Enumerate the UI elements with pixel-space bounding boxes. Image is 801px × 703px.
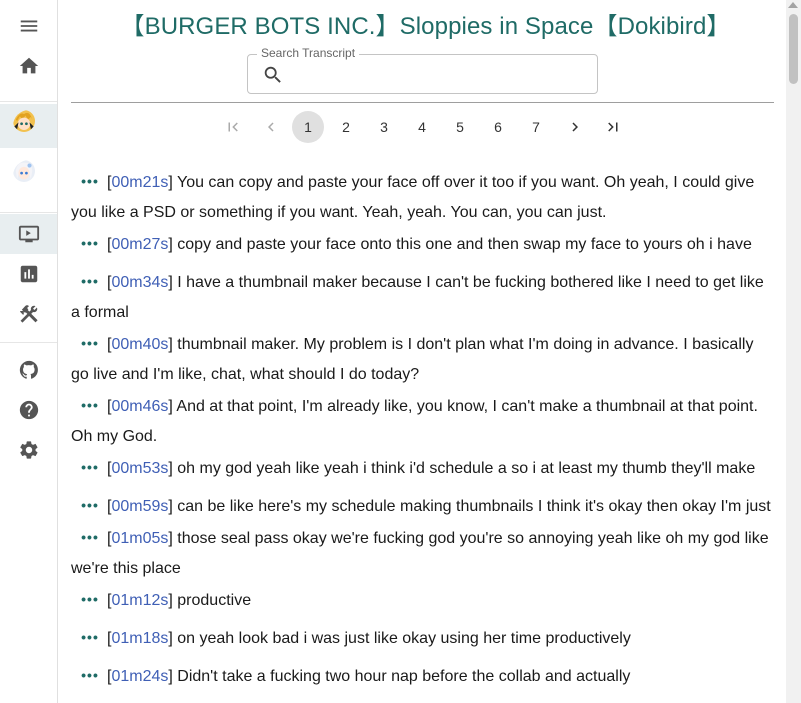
sidebar-item-stats[interactable] <box>0 254 57 294</box>
more-options-icon[interactable]: ••• <box>75 390 105 420</box>
sidebar-item-tv[interactable] <box>0 214 57 254</box>
transcript-line: ••• [00m34s] I have a thumbnail maker bec… <box>71 266 775 328</box>
next-page-button[interactable] <box>559 111 591 143</box>
page-button-4[interactable]: 4 <box>406 111 438 143</box>
transcript-text: And at that point, I'm already like, you… <box>71 398 758 445</box>
avatar <box>12 160 45 192</box>
github-link[interactable] <box>0 350 57 390</box>
transcript-line: ••• [01m12s] productive <box>71 584 775 616</box>
more-options-icon[interactable]: ••• <box>75 660 105 690</box>
timestamp-link[interactable]: 00m59s <box>111 498 168 515</box>
transcript-line: ••• [00m27s] copy and paste your face ont… <box>71 228 775 260</box>
sidebar <box>0 0 58 703</box>
sidebar-item-tools[interactable] <box>0 294 57 334</box>
more-options-icon[interactable]: ••• <box>75 328 105 358</box>
sidebar-divider <box>0 101 57 102</box>
timestamp-link[interactable]: 00m34s <box>111 274 168 291</box>
transcript-text: You can copy and paste your face off ove… <box>71 174 755 221</box>
transcript-line: ••• [01m18s] on yeah look bad i was just … <box>71 622 775 654</box>
search-label: Search Transcript <box>257 46 360 60</box>
page-button-5[interactable]: 5 <box>444 111 476 143</box>
timestamp-link[interactable]: 01m12s <box>111 592 168 609</box>
transcript-line: ••• [00m46s] And at that point, I'm alrea… <box>71 390 775 452</box>
search-icon <box>264 66 281 83</box>
sidebar-item-channel-2[interactable] <box>0 154 57 198</box>
avatar-channel-2-icon <box>12 160 35 182</box>
chevron-left-icon <box>268 122 274 132</box>
transcript-text: copy and paste your face onto this one a… <box>177 236 752 253</box>
scrollbar[interactable] <box>786 0 801 703</box>
timestamp-link[interactable]: 01m24s <box>111 668 168 685</box>
github-icon <box>19 360 38 379</box>
transcript-line: ••• [00m59s] can be like here's my schedu… <box>71 490 775 522</box>
avatar <box>12 110 45 142</box>
timestamp-link[interactable]: 00m46s <box>111 398 168 415</box>
sidebar-item-channel-1[interactable] <box>0 104 57 148</box>
transcript-line: ••• [01m24s] Didn't take a fucking two ho… <box>71 660 775 692</box>
more-options-icon[interactable]: ••• <box>75 452 105 482</box>
more-options-icon[interactable]: ••• <box>75 166 105 196</box>
scroll-up-arrow[interactable] <box>788 2 798 8</box>
transcript-line: ••• [00m21s] You can copy and paste your … <box>71 166 775 228</box>
timestamp-link[interactable]: 00m27s <box>111 236 168 253</box>
more-options-icon[interactable]: ••• <box>75 490 105 520</box>
avatar-channel-1-icon <box>12 110 35 132</box>
first-page-button[interactable] <box>217 111 249 143</box>
menu-button[interactable] <box>0 6 57 46</box>
home-icon <box>19 57 38 74</box>
last-page-icon <box>608 122 618 132</box>
menu-icon <box>20 20 37 32</box>
tools-icon <box>19 305 38 323</box>
more-options-icon[interactable]: ••• <box>75 266 105 296</box>
transcript-text: on yeah look bad i was just like okay us… <box>177 630 631 647</box>
first-page-icon <box>228 122 238 132</box>
transcript-text: I have a thumbnail maker because I can't… <box>71 274 764 321</box>
transcript-text: Didn't take a fucking two hour nap befor… <box>177 668 631 685</box>
page-button-2[interactable]: 2 <box>330 111 362 143</box>
bar-chart-icon <box>20 265 37 283</box>
transcript-list: ••• [00m21s] You can copy and paste your … <box>71 166 775 692</box>
page-button-7[interactable]: 7 <box>520 111 552 143</box>
home-button[interactable] <box>0 46 57 86</box>
transcript-text: can be like here's my schedule making th… <box>177 498 771 515</box>
sidebar-divider <box>0 212 57 213</box>
scrollbar-thumb[interactable] <box>789 14 798 84</box>
timestamp-link[interactable]: 01m05s <box>111 530 168 547</box>
sidebar-divider <box>0 342 57 343</box>
transcript-line: ••• [00m40s] thumbnail maker. My problem … <box>71 328 775 390</box>
search-input[interactable] <box>290 60 590 88</box>
settings-icon <box>19 441 37 459</box>
help-button[interactable] <box>0 390 57 430</box>
page-button-1[interactable]: 1 <box>292 111 324 143</box>
prev-page-button[interactable] <box>255 111 287 143</box>
timestamp-link[interactable]: 00m53s <box>111 460 168 477</box>
timestamp-link[interactable]: 01m18s <box>111 630 168 647</box>
page-button-6[interactable]: 6 <box>482 111 514 143</box>
chevron-right-icon <box>572 122 578 132</box>
transcript-line: ••• [01m05s] those seal pass okay we're f… <box>71 522 775 584</box>
transcript-text: those seal pass okay we're fucking god y… <box>71 530 769 577</box>
settings-button[interactable] <box>0 430 57 470</box>
divider <box>71 102 774 103</box>
transcript-line: ••• [00m53s] oh my god yeah like yeah i t… <box>71 452 775 484</box>
more-options-icon[interactable]: ••• <box>75 228 105 258</box>
help-icon <box>19 400 38 420</box>
more-options-icon[interactable]: ••• <box>75 584 105 614</box>
last-page-button[interactable] <box>597 111 629 143</box>
page-title: 【BURGER BOTS INC.】Sloppies in Space【Doki… <box>120 13 731 40</box>
transcript-text: thumbnail maker. My problem is I don't p… <box>71 336 754 383</box>
timestamp-link[interactable]: 00m40s <box>111 336 168 353</box>
tv-icon <box>18 225 39 243</box>
timestamp-link[interactable]: 00m21s <box>111 174 168 191</box>
more-options-icon[interactable]: ••• <box>75 622 105 652</box>
page-button-3[interactable]: 3 <box>368 111 400 143</box>
more-options-icon[interactable]: ••• <box>75 522 105 552</box>
transcript-text: productive <box>177 592 252 609</box>
transcript-text: oh my god yeah like yeah i think i'd sch… <box>177 460 756 477</box>
